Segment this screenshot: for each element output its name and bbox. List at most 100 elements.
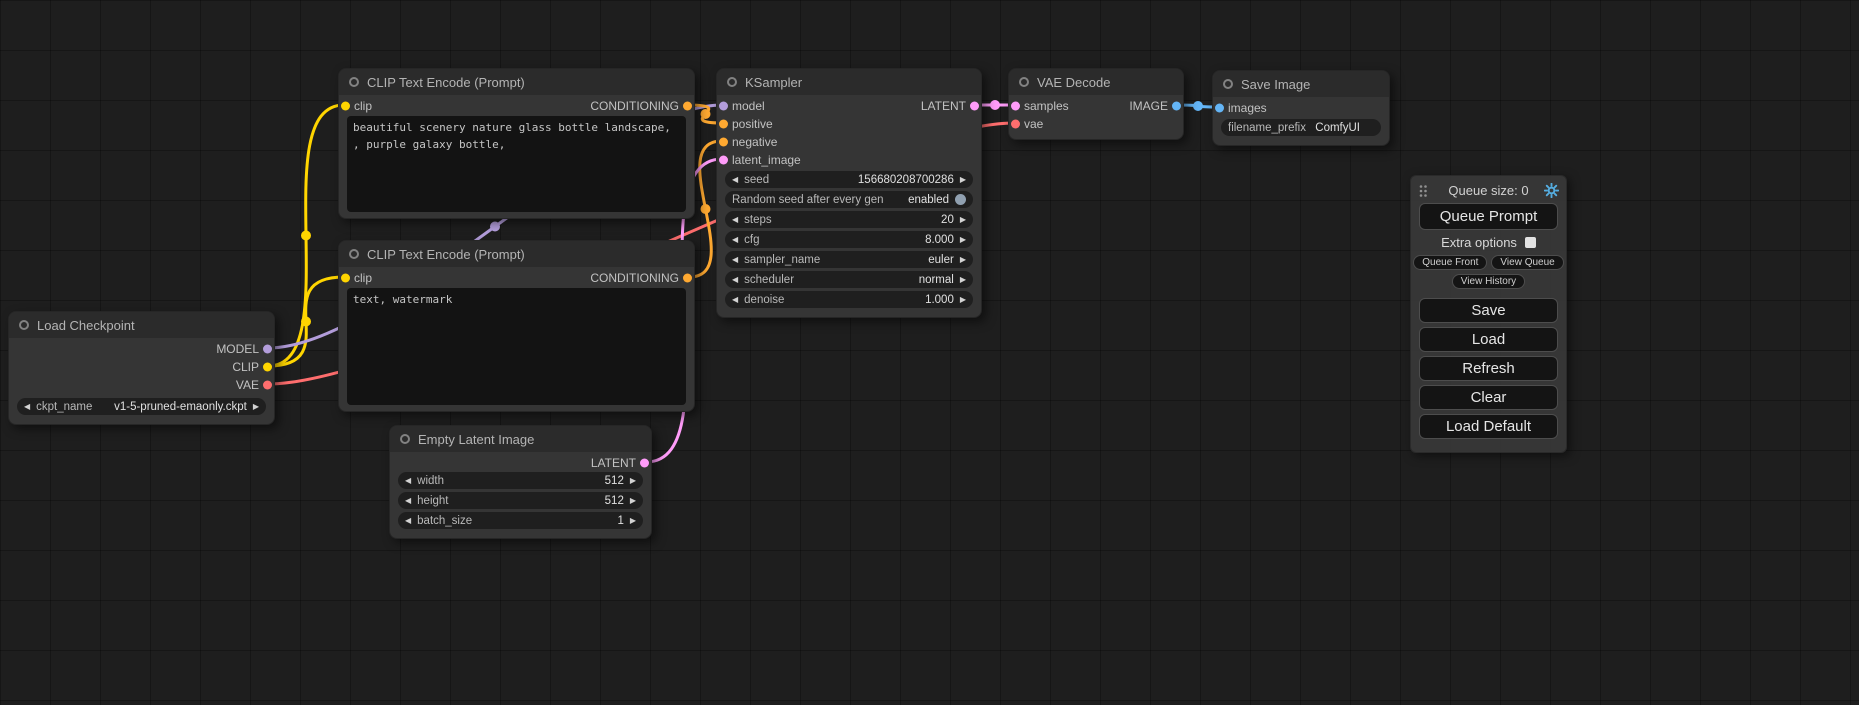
save-button[interactable]: Save xyxy=(1419,298,1558,323)
refresh-button[interactable]: Refresh xyxy=(1419,356,1558,381)
decrement-arrow-icon[interactable]: ◀ xyxy=(732,211,738,228)
settings-gear-icon[interactable] xyxy=(1544,183,1559,198)
decrement-arrow-icon[interactable]: ◀ xyxy=(405,472,411,489)
node-title-bar[interactable]: Save Image xyxy=(1213,71,1389,97)
decrement-arrow-icon[interactable]: ◀ xyxy=(405,512,411,529)
input-slot-clip[interactable]: clip xyxy=(339,97,372,115)
increment-arrow-icon[interactable]: ▶ xyxy=(630,512,636,529)
load-default-button[interactable]: Load Default xyxy=(1419,414,1558,439)
node-title-bar[interactable]: Empty Latent Image xyxy=(390,426,651,452)
random-seed-toggle[interactable]: Random seed after every gen enabled xyxy=(725,191,973,208)
input-slot-images[interactable]: images xyxy=(1213,99,1267,117)
node-load-checkpoint[interactable]: Load Checkpoint MODEL CLIP VAE xyxy=(8,311,275,425)
view-history-button[interactable]: View History xyxy=(1452,274,1525,289)
vae-slot-dot[interactable] xyxy=(263,381,272,390)
node-save-image[interactable]: Save Image images filename_prefix ComfyU… xyxy=(1212,70,1390,146)
decrement-arrow-icon[interactable]: ◀ xyxy=(732,271,738,288)
latent-slot-dot[interactable] xyxy=(719,156,728,165)
steps-widget[interactable]: ◀ steps 20 ▶ xyxy=(725,211,973,228)
input-slot-latent-image[interactable]: latent_image xyxy=(717,151,801,169)
increment-arrow-icon[interactable]: ▶ xyxy=(253,398,259,415)
node-clip-text-encode-positive[interactable]: CLIP Text Encode (Prompt) clip CONDITION… xyxy=(338,68,695,219)
decrement-arrow-icon[interactable]: ◀ xyxy=(732,171,738,188)
comfy-menu-panel[interactable]: Queue size: 0 Queue Prompt Extra options xyxy=(1410,175,1567,453)
node-title-bar[interactable]: CLIP Text Encode (Prompt) xyxy=(339,69,694,95)
output-slot-image[interactable]: IMAGE xyxy=(1129,97,1183,115)
model-slot-dot[interactable] xyxy=(719,102,728,111)
latent-slot-dot[interactable] xyxy=(1011,102,1020,111)
view-queue-button[interactable]: View Queue xyxy=(1491,255,1563,270)
output-slot-conditioning[interactable]: CONDITIONING xyxy=(590,97,694,115)
extra-options-checkbox[interactable] xyxy=(1525,237,1536,248)
output-slot-clip[interactable]: CLIP xyxy=(232,358,274,376)
output-slot-latent[interactable]: LATENT xyxy=(591,454,651,472)
model-slot-dot[interactable] xyxy=(263,345,272,354)
decrement-arrow-icon[interactable]: ◀ xyxy=(405,492,411,509)
increment-arrow-icon[interactable]: ▶ xyxy=(630,472,636,489)
output-slot-vae[interactable]: VAE xyxy=(236,376,274,394)
increment-arrow-icon[interactable]: ▶ xyxy=(960,231,966,248)
increment-arrow-icon[interactable]: ▶ xyxy=(960,211,966,228)
output-slot-conditioning[interactable]: CONDITIONING xyxy=(590,269,694,287)
clip-slot-dot[interactable] xyxy=(341,102,350,111)
collapse-dot-icon[interactable] xyxy=(1019,77,1029,87)
decrement-arrow-icon[interactable]: ◀ xyxy=(732,231,738,248)
node-vae-decode[interactable]: VAE Decode samples vae IMAGE xyxy=(1008,68,1184,140)
increment-arrow-icon[interactable]: ▶ xyxy=(960,171,966,188)
drag-handle-icon[interactable] xyxy=(1418,184,1428,198)
collapse-dot-icon[interactable] xyxy=(349,249,359,259)
input-slot-negative[interactable]: negative xyxy=(717,133,801,151)
input-slot-clip[interactable]: clip xyxy=(339,269,372,287)
input-slot-samples[interactable]: samples xyxy=(1009,97,1069,115)
clear-button[interactable]: Clear xyxy=(1419,385,1558,410)
image-slot-dot[interactable] xyxy=(1215,104,1224,113)
width-widget[interactable]: ◀ width 512 ▶ xyxy=(398,472,643,489)
filename-prefix-widget[interactable]: filename_prefix ComfyUI xyxy=(1221,119,1381,136)
toggle-knob[interactable] xyxy=(955,194,966,205)
denoise-widget[interactable]: ◀ denoise 1.000 ▶ xyxy=(725,291,973,308)
node-empty-latent-image[interactable]: Empty Latent Image LATENT ◀ width 512 ▶ … xyxy=(389,425,652,539)
collapse-dot-icon[interactable] xyxy=(727,77,737,87)
clip-slot-dot[interactable] xyxy=(341,274,350,283)
input-slot-model[interactable]: model xyxy=(717,97,801,115)
output-slot-latent[interactable]: LATENT xyxy=(921,97,981,115)
scheduler-widget[interactable]: ◀ scheduler normal ▶ xyxy=(725,271,973,288)
node-title-bar[interactable]: Load Checkpoint xyxy=(9,312,274,338)
negative-prompt-textarea[interactable]: text, watermark xyxy=(347,288,686,405)
decrement-arrow-icon[interactable]: ◀ xyxy=(732,291,738,308)
clip-slot-dot[interactable] xyxy=(263,363,272,372)
node-clip-text-encode-negative[interactable]: CLIP Text Encode (Prompt) clip CONDITION… xyxy=(338,240,695,412)
input-slot-positive[interactable]: positive xyxy=(717,115,801,133)
vae-slot-dot[interactable] xyxy=(1011,120,1020,129)
conditioning-slot-dot[interactable] xyxy=(683,274,692,283)
height-widget[interactable]: ◀ height 512 ▶ xyxy=(398,492,643,509)
positive-prompt-textarea[interactable]: beautiful scenery nature glass bottle la… xyxy=(347,116,686,212)
output-slot-model[interactable]: MODEL xyxy=(216,340,274,358)
increment-arrow-icon[interactable]: ▶ xyxy=(960,251,966,268)
node-title-bar[interactable]: CLIP Text Encode (Prompt) xyxy=(339,241,694,267)
latent-slot-dot[interactable] xyxy=(640,459,649,468)
node-title-bar[interactable]: KSampler xyxy=(717,69,981,95)
node-graph-canvas[interactable]: Load Checkpoint MODEL CLIP VAE xyxy=(0,0,1859,705)
collapse-dot-icon[interactable] xyxy=(19,320,29,330)
queue-prompt-button[interactable]: Queue Prompt xyxy=(1419,203,1558,230)
image-slot-dot[interactable] xyxy=(1172,102,1181,111)
conditioning-slot-dot[interactable] xyxy=(719,138,728,147)
latent-slot-dot[interactable] xyxy=(970,102,979,111)
conditioning-slot-dot[interactable] xyxy=(719,120,728,129)
increment-arrow-icon[interactable]: ▶ xyxy=(960,271,966,288)
ckpt-name-widget[interactable]: ◀ ckpt_name v1-5-pruned-emaonly.ckpt ▶ xyxy=(17,398,266,415)
increment-arrow-icon[interactable]: ▶ xyxy=(960,291,966,308)
node-ksampler[interactable]: KSampler model positive negative xyxy=(716,68,982,318)
load-button[interactable]: Load xyxy=(1419,327,1558,352)
cfg-widget[interactable]: ◀ cfg 8.000 ▶ xyxy=(725,231,973,248)
input-slot-vae[interactable]: vae xyxy=(1009,115,1069,133)
queue-front-button[interactable]: Queue Front xyxy=(1413,255,1487,270)
batch-size-widget[interactable]: ◀ batch_size 1 ▶ xyxy=(398,512,643,529)
conditioning-slot-dot[interactable] xyxy=(683,102,692,111)
collapse-dot-icon[interactable] xyxy=(400,434,410,444)
sampler-name-widget[interactable]: ◀ sampler_name euler ▶ xyxy=(725,251,973,268)
increment-arrow-icon[interactable]: ▶ xyxy=(630,492,636,509)
node-title-bar[interactable]: VAE Decode xyxy=(1009,69,1183,95)
collapse-dot-icon[interactable] xyxy=(349,77,359,87)
